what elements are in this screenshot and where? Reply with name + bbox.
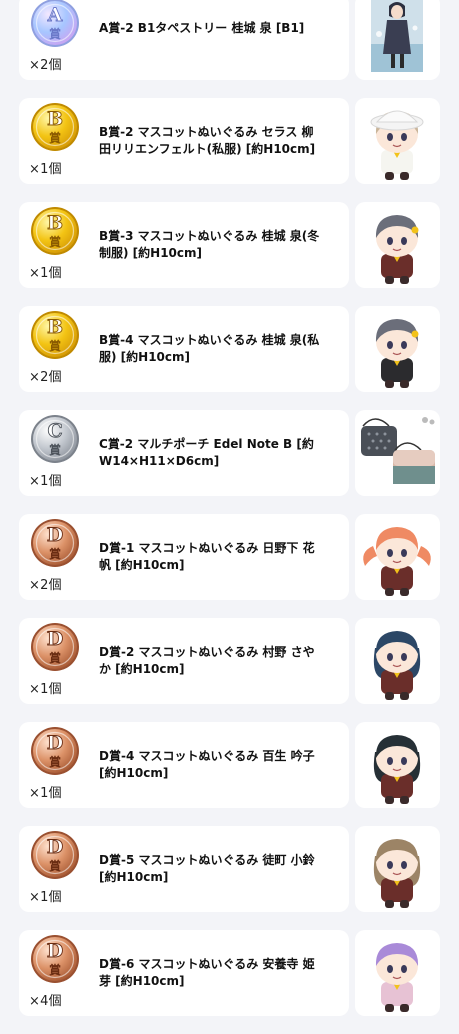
svg-text:D: D — [47, 940, 63, 962]
prize-medal-icon: A 賞 — [30, 0, 80, 48]
prize-row[interactable]: D 賞 ×1個 D賞-4 マスコットぬいぐるみ 百生 吟子 [約H10cm] — [0, 722, 459, 826]
prize-list: A 賞 ×2個 A賞-2 B1タペストリー 桂城 泉 [B1] B 賞 ×1個 … — [0, 0, 459, 1034]
svg-text:B: B — [47, 316, 63, 338]
prize-medal-icon: B 賞 — [30, 102, 80, 152]
svg-text:D: D — [47, 836, 63, 858]
prize-title: D賞-4 マスコットぬいぐるみ 百生 吟子 [約H10cm] — [99, 749, 315, 780]
prize-quantity: ×2個 — [29, 578, 62, 593]
prize-quantity: ×4個 — [29, 994, 62, 1009]
svg-text:賞: 賞 — [49, 650, 61, 665]
prize-quantity: ×1個 — [29, 162, 62, 177]
svg-text:D: D — [47, 524, 63, 546]
prize-quantity: ×2個 — [29, 370, 62, 385]
prize-title: B賞-2 マスコットぬいぐるみ セラス 柳田リリエンフェルト(私服) [約H10… — [99, 125, 316, 156]
prize-quantity: ×1個 — [29, 786, 62, 801]
prize-row[interactable]: D 賞 ×4個 D賞-6 マスコットぬいぐるみ 安養寺 姫芽 [約H10cm] — [0, 930, 459, 1034]
prize-row[interactable]: D 賞 ×1個 D賞-5 マスコットぬいぐるみ 徒町 小鈴 [約H10cm] — [0, 826, 459, 930]
prize-image[interactable] — [355, 202, 440, 288]
svg-text:賞: 賞 — [49, 754, 61, 769]
prize-image[interactable] — [355, 722, 440, 808]
prize-image[interactable] — [355, 0, 440, 80]
svg-text:賞: 賞 — [49, 338, 61, 353]
svg-text:D: D — [47, 732, 63, 754]
prize-medal-icon: D 賞 — [30, 622, 80, 672]
svg-text:賞: 賞 — [49, 234, 61, 249]
prize-row[interactable]: C 賞 ×1個 C賞-2 マルチポーチ Edel Note B [約W14×H1… — [0, 410, 459, 514]
prize-medal-icon: D 賞 — [30, 726, 80, 776]
svg-text:賞: 賞 — [49, 962, 61, 977]
prize-row[interactable]: B 賞 ×1個 B賞-2 マスコットぬいぐるみ セラス 柳田リリエンフェルト(私… — [0, 98, 459, 202]
svg-text:B: B — [47, 212, 63, 234]
prize-image[interactable] — [355, 98, 440, 184]
prize-image[interactable] — [355, 930, 440, 1016]
prize-medal-icon: C 賞 — [30, 414, 80, 464]
prize-quantity: ×1個 — [29, 266, 62, 281]
svg-text:賞: 賞 — [49, 26, 61, 41]
svg-text:D: D — [47, 628, 63, 650]
prize-quantity: ×1個 — [29, 474, 62, 489]
svg-text:C: C — [47, 420, 62, 442]
svg-text:賞: 賞 — [49, 442, 61, 457]
prize-row[interactable]: D 賞 ×2個 D賞-1 マスコットぬいぐるみ 日野下 花帆 [約H10cm] — [0, 514, 459, 618]
prize-medal-icon: B 賞 — [30, 310, 80, 360]
prize-quantity: ×1個 — [29, 890, 62, 905]
svg-text:賞: 賞 — [49, 858, 61, 873]
prize-row[interactable]: B 賞 ×1個 B賞-3 マスコットぬいぐるみ 桂城 泉(冬制服) [約H10c… — [0, 202, 459, 306]
prize-medal-icon: D 賞 — [30, 518, 80, 568]
prize-medal-icon: B 賞 — [30, 206, 80, 256]
prize-title: D賞-5 マスコットぬいぐるみ 徒町 小鈴 [約H10cm] — [99, 853, 315, 884]
prize-row[interactable]: D 賞 ×1個 D賞-2 マスコットぬいぐるみ 村野 さやか [約H10cm] — [0, 618, 459, 722]
prize-image[interactable] — [355, 618, 440, 704]
prize-medal-icon: D 賞 — [30, 934, 80, 984]
prize-row[interactable]: A 賞 ×2個 A賞-2 B1タペストリー 桂城 泉 [B1] — [0, 0, 459, 98]
prize-quantity: ×1個 — [29, 682, 62, 697]
prize-title: C賞-2 マルチポーチ Edel Note B [約W14×H11×D6cm] — [99, 437, 314, 468]
prize-image[interactable] — [355, 826, 440, 912]
prize-image[interactable] — [355, 410, 440, 496]
svg-text:A: A — [47, 4, 63, 26]
prize-image[interactable] — [355, 514, 440, 600]
prize-title: D賞-2 マスコットぬいぐるみ 村野 さやか [約H10cm] — [99, 645, 315, 676]
prize-title: D賞-6 マスコットぬいぐるみ 安養寺 姫芽 [約H10cm] — [99, 957, 315, 988]
prize-title: B賞-3 マスコットぬいぐるみ 桂城 泉(冬制服) [約H10cm] — [99, 229, 320, 260]
prize-title: A賞-2 B1タペストリー 桂城 泉 [B1] — [99, 21, 305, 35]
svg-text:B: B — [47, 108, 63, 130]
prize-title: D賞-1 マスコットぬいぐるみ 日野下 花帆 [約H10cm] — [99, 541, 315, 572]
svg-text:賞: 賞 — [49, 546, 61, 561]
prize-medal-icon: D 賞 — [30, 830, 80, 880]
prize-image[interactable] — [355, 306, 440, 392]
prize-quantity: ×2個 — [29, 58, 62, 73]
prize-row[interactable]: B 賞 ×2個 B賞-4 マスコットぬいぐるみ 桂城 泉(私服) [約H10cm… — [0, 306, 459, 410]
prize-title: B賞-4 マスコットぬいぐるみ 桂城 泉(私服) [約H10cm] — [99, 333, 320, 364]
svg-text:賞: 賞 — [49, 130, 61, 145]
